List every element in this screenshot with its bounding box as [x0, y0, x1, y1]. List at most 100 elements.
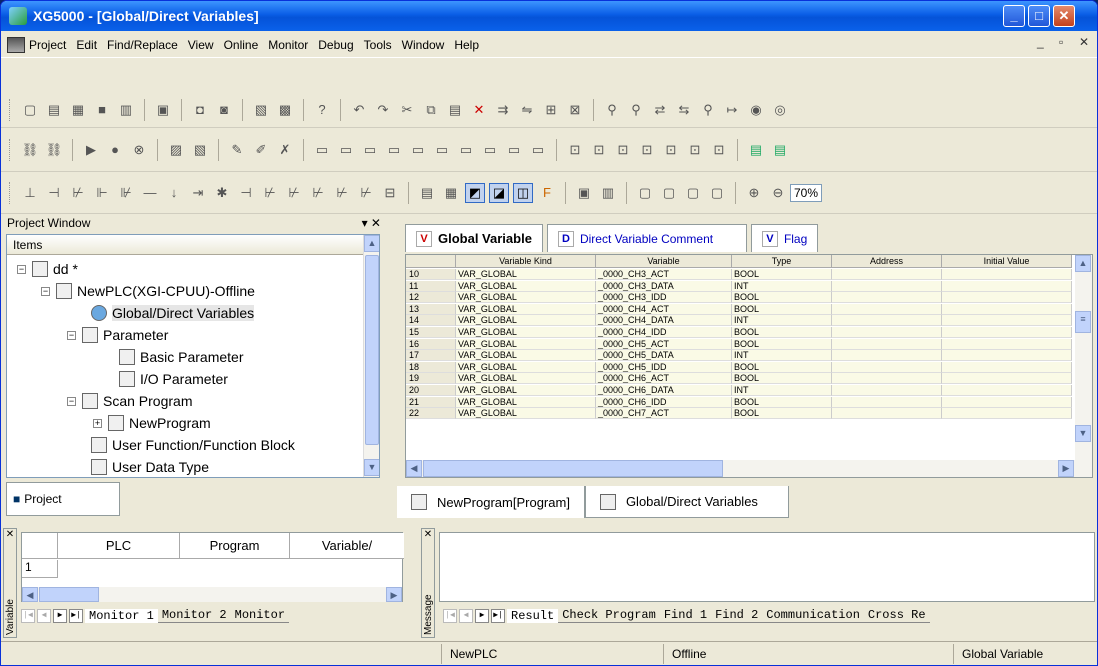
vline-icon[interactable]: ↓ — [164, 183, 184, 203]
scroll-up-icon[interactable]: ▲ — [1075, 255, 1091, 272]
scroll-thumb[interactable] — [423, 460, 723, 477]
tab-global-variable[interactable]: V Global Variable — [405, 224, 543, 252]
esc-icon[interactable]: ⊥ — [20, 183, 40, 203]
table-cell[interactable] — [832, 361, 942, 373]
function-icon[interactable]: ⊟ — [380, 183, 400, 203]
table-cell[interactable] — [832, 303, 942, 315]
copy-icon[interactable]: ⧉ — [421, 100, 441, 120]
coil-n-icon[interactable]: ⊬ — [356, 183, 376, 203]
device-k-icon[interactable]: ▢ — [707, 183, 727, 203]
table-cell[interactable] — [832, 396, 942, 408]
tree-node-user-data-type[interactable]: User Data Type — [91, 459, 209, 475]
next-tab-icon[interactable]: ▶ — [475, 608, 489, 623]
menu-online[interactable]: Online — [224, 38, 259, 52]
table-cell[interactable] — [832, 269, 942, 280]
table-cell[interactable]: VAR_GLOBAL — [456, 315, 596, 327]
run-icon[interactable]: ▶ — [81, 140, 101, 160]
tab-communication[interactable]: Communication — [762, 608, 864, 623]
scroll-up-icon[interactable]: ▲ — [364, 235, 379, 252]
tree-node-global-variables[interactable]: Global/Direct Variables — [91, 305, 255, 321]
prev-tab-icon[interactable]: ◀ — [37, 608, 51, 623]
table-cell[interactable]: _0000_CH5_IDD — [596, 361, 732, 373]
maximize-button[interactable]: □ — [1028, 5, 1050, 27]
delete-cell-icon[interactable]: ⊠ — [565, 100, 585, 120]
table-cell[interactable]: BOOL — [732, 338, 832, 350]
tab-flag[interactable]: V Flag — [750, 224, 819, 252]
table-cell[interactable] — [832, 280, 942, 292]
monitor-icon[interactable]: ▧ — [251, 100, 271, 120]
minimize-button[interactable]: _ — [1003, 5, 1025, 27]
table-row[interactable]: 15 VAR_GLOBAL _0000_CH4_IDD BOOL — [406, 327, 1072, 338]
table-row[interactable]: 21 VAR_GLOBAL _0000_CH6_IDD BOOL — [406, 396, 1072, 408]
table-cell[interactable]: INT — [732, 315, 832, 327]
replace-device-icon[interactable]: ⇆ — [674, 100, 694, 120]
memory-icon[interactable]: ▩ — [275, 100, 295, 120]
fault-mask-icon[interactable]: ▭ — [456, 140, 476, 160]
table-row[interactable]: 16 VAR_GLOBAL _0000_CH5_ACT BOOL — [406, 338, 1072, 350]
menu-debug[interactable]: Debug — [318, 38, 353, 52]
tree-node-io-parameter[interactable]: I/O Parameter — [119, 371, 228, 387]
coil-set-icon[interactable]: ⊬ — [284, 183, 304, 203]
scroll-left-icon[interactable]: ◀ — [406, 460, 422, 477]
preview-icon[interactable]: ▣ — [153, 100, 173, 120]
view-device-icon[interactable]: ◫ — [513, 182, 533, 203]
zoom-in-icon[interactable]: ⊕ — [744, 183, 764, 203]
label-icon[interactable]: ▦ — [441, 183, 461, 203]
contact-n-icon[interactable]: ⊮ — [116, 183, 136, 203]
tree-node-project[interactable]: − dd * — [17, 261, 78, 277]
table-cell[interactable]: BOOL — [732, 396, 832, 408]
insert-line-icon[interactable]: ⇉ — [493, 100, 513, 120]
message-output[interactable] — [439, 532, 1095, 602]
table-row[interactable]: 18 VAR_GLOBAL _0000_CH5_IDD BOOL — [406, 361, 1072, 373]
scroll-left-icon[interactable]: ◀ — [22, 587, 38, 602]
first-tab-icon[interactable]: |◀ — [21, 608, 35, 623]
scroll-thumb[interactable]: ≡ — [1075, 311, 1091, 333]
table-cell[interactable]: BOOL — [732, 408, 832, 420]
table-cell[interactable]: _0000_CH3_IDD — [596, 292, 732, 304]
tab-result[interactable]: Result — [507, 608, 559, 623]
table-cell[interactable]: BOOL — [732, 373, 832, 385]
project-tree[interactable]: Items − dd * − NewPLC(XGI-CPUU)-Offline Gl… — [6, 234, 380, 478]
table-cell[interactable]: BOOL — [732, 269, 832, 280]
title-bar[interactable]: XG5000 - [Global/Direct Variables] _ □ ✕ — [1, 1, 1097, 31]
force-io-icon[interactable]: ▭ — [408, 140, 428, 160]
scroll-thumb[interactable] — [365, 255, 379, 445]
invert-icon[interactable]: ✱ — [212, 183, 232, 203]
tree-node-plc[interactable]: − NewPLC(XGI-CPUU)-Offline — [41, 283, 255, 299]
table-cell[interactable]: VAR_GLOBAL — [456, 385, 596, 396]
paste-icon[interactable]: ▤ — [445, 100, 465, 120]
menu-monitor[interactable]: Monitor — [268, 38, 308, 52]
scroll-down-icon[interactable]: ▼ — [1075, 425, 1091, 442]
compile-all-icon[interactable]: ◙ — [214, 100, 234, 120]
table-cell[interactable] — [832, 315, 942, 327]
table-cell[interactable]: _0000_CH3_DATA — [596, 280, 732, 292]
tree-node-parameter[interactable]: − Parameter — [67, 327, 168, 343]
tab-find-2[interactable]: Find 2 — [711, 608, 763, 623]
view-ladder-icon[interactable]: ◩ — [465, 182, 485, 203]
compare-icon[interactable]: ✎ — [227, 140, 247, 160]
table-cell[interactable]: _0000_CH5_ACT — [596, 338, 732, 350]
grid-horizontal-scrollbar[interactable]: ◀ ▶ — [406, 460, 1092, 477]
close-button[interactable]: ✕ — [1053, 5, 1075, 27]
tab-project[interactable]: ■ Project — [6, 482, 120, 516]
system-monitor-icon[interactable]: ⊡ — [661, 140, 681, 160]
plc-history-icon[interactable]: ▭ — [336, 140, 356, 160]
table-cell[interactable] — [942, 280, 1072, 292]
table-row[interactable]: 13 VAR_GLOBAL _0000_CH4_ACT BOOL — [406, 303, 1072, 315]
read-icon[interactable]: ▧ — [190, 140, 210, 160]
table-cell[interactable]: INT — [732, 280, 832, 292]
device-p-icon[interactable]: ▢ — [683, 183, 703, 203]
tab-direct-variable-comment[interactable]: D Direct Variable Comment — [546, 224, 747, 252]
grid-vertical-scrollbar[interactable]: ▲ ≡ ▼ — [1075, 255, 1092, 461]
bookmark-icon[interactable]: ◉ — [746, 100, 766, 120]
plc-info-icon[interactable]: ▭ — [312, 140, 332, 160]
table-cell[interactable] — [942, 327, 1072, 338]
contact-no-icon[interactable]: ⊣ — [44, 183, 64, 203]
table-cell[interactable]: BOOL — [732, 303, 832, 315]
table-cell[interactable]: VAR_GLOBAL — [456, 292, 596, 304]
continuous-line-icon[interactable]: ⇥ — [188, 183, 208, 203]
menu-tools[interactable]: Tools — [364, 38, 392, 52]
table-cell[interactable]: INT — [732, 350, 832, 362]
zoom-out-icon[interactable]: ⊖ — [768, 183, 788, 203]
table-cell[interactable]: _0000_CH3_ACT — [596, 269, 732, 280]
